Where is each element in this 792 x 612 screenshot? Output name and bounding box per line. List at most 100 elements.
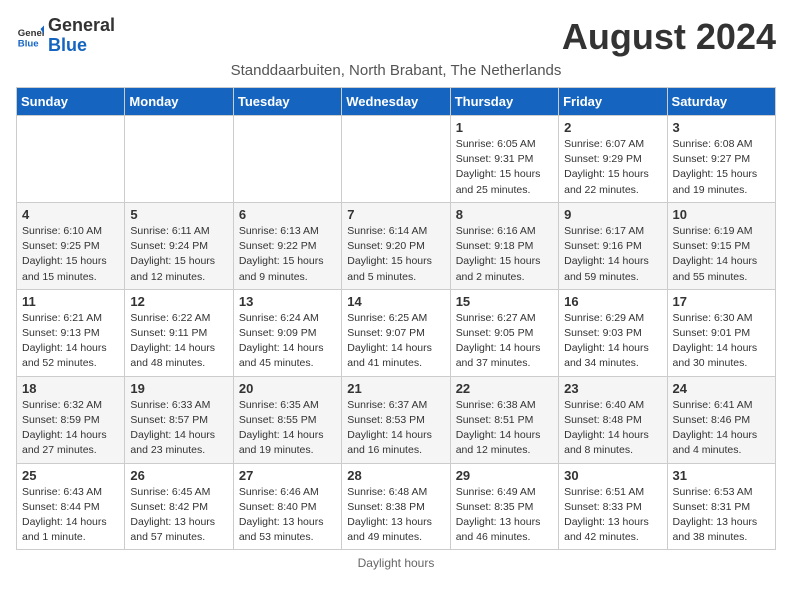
day-number: 24 — [673, 381, 770, 396]
day-info: Sunrise: 6:16 AM Sunset: 9:18 PM Dayligh… — [456, 224, 553, 285]
day-info: Sunrise: 6:29 AM Sunset: 9:03 PM Dayligh… — [564, 311, 661, 372]
header: General Blue General Blue August 2024 — [16, 16, 776, 58]
calendar-cell: 3 Sunrise: 6:08 AM Sunset: 9:27 PM Daylig… — [667, 116, 775, 203]
day-info: Sunrise: 6:05 AM Sunset: 9:31 PM Dayligh… — [456, 137, 553, 198]
calendar-cell: 28 Sunrise: 6:48 AM Sunset: 8:38 PM Dayli… — [342, 463, 450, 550]
calendar-cell: 23 Sunrise: 6:40 AM Sunset: 8:48 PM Dayli… — [559, 376, 667, 463]
day-info: Sunrise: 6:24 AM Sunset: 9:09 PM Dayligh… — [239, 311, 336, 372]
day-info: Sunrise: 6:48 AM Sunset: 8:38 PM Dayligh… — [347, 485, 444, 546]
day-number: 10 — [673, 207, 770, 222]
day-info: Sunrise: 6:21 AM Sunset: 9:13 PM Dayligh… — [22, 311, 119, 372]
calendar-cell: 11 Sunrise: 6:21 AM Sunset: 9:13 PM Dayli… — [17, 289, 125, 376]
calendar-cell: 6 Sunrise: 6:13 AM Sunset: 9:22 PM Daylig… — [233, 202, 341, 289]
day-info: Sunrise: 6:27 AM Sunset: 9:05 PM Dayligh… — [456, 311, 553, 372]
day-info: Sunrise: 6:22 AM Sunset: 9:11 PM Dayligh… — [130, 311, 227, 372]
day-info: Sunrise: 6:25 AM Sunset: 9:07 PM Dayligh… — [347, 311, 444, 372]
logo-blue-text: Blue — [48, 35, 87, 55]
calendar-cell: 31Sunrise: 6:53 AM Sunset: 8:31 PM Dayli… — [667, 463, 775, 550]
footer-note: Daylight hours — [16, 556, 776, 570]
day-info: Sunrise: 6:43 AM Sunset: 8:44 PM Dayligh… — [22, 485, 119, 546]
calendar-header-cell: Thursday — [450, 88, 558, 116]
day-number: 21 — [347, 381, 444, 396]
day-number: 6 — [239, 207, 336, 222]
calendar-cell: 30Sunrise: 6:51 AM Sunset: 8:33 PM Dayli… — [559, 463, 667, 550]
day-info: Sunrise: 6:46 AM Sunset: 8:40 PM Dayligh… — [239, 485, 336, 546]
day-info: Sunrise: 6:33 AM Sunset: 8:57 PM Dayligh… — [130, 398, 227, 459]
day-number: 26 — [130, 468, 227, 483]
calendar-cell: 4 Sunrise: 6:10 AM Sunset: 9:25 PM Daylig… — [17, 202, 125, 289]
calendar-header-cell: Saturday — [667, 88, 775, 116]
day-number: 4 — [22, 207, 119, 222]
day-number: 23 — [564, 381, 661, 396]
day-number: 11 — [22, 294, 119, 309]
day-number: 25 — [22, 468, 119, 483]
day-info: Sunrise: 6:45 AM Sunset: 8:42 PM Dayligh… — [130, 485, 227, 546]
calendar-cell: 15 Sunrise: 6:27 AM Sunset: 9:05 PM Dayli… — [450, 289, 558, 376]
day-info: Sunrise: 6:30 AM Sunset: 9:01 PM Dayligh… — [673, 311, 770, 372]
day-info: Sunrise: 6:13 AM Sunset: 9:22 PM Dayligh… — [239, 224, 336, 285]
calendar-cell: 27 Sunrise: 6:46 AM Sunset: 8:40 PM Dayli… — [233, 463, 341, 550]
day-number: 20 — [239, 381, 336, 396]
logo: General Blue General Blue — [16, 16, 115, 56]
calendar-cell: 1 Sunrise: 6:05 AM Sunset: 9:31 PM Daylig… — [450, 116, 558, 203]
day-number: 12 — [130, 294, 227, 309]
day-number: 8 — [456, 207, 553, 222]
calendar-cell: 17Sunrise: 6:30 AM Sunset: 9:01 PM Dayli… — [667, 289, 775, 376]
calendar-cell: 18 Sunrise: 6:32 AM Sunset: 8:59 PM Dayli… — [17, 376, 125, 463]
calendar-cell — [17, 116, 125, 203]
day-number: 18 — [22, 381, 119, 396]
day-info: Sunrise: 6:32 AM Sunset: 8:59 PM Dayligh… — [22, 398, 119, 459]
calendar-body: 1 Sunrise: 6:05 AM Sunset: 9:31 PM Daylig… — [17, 116, 776, 550]
day-info: Sunrise: 6:38 AM Sunset: 8:51 PM Dayligh… — [456, 398, 553, 459]
calendar-cell: 9 Sunrise: 6:17 AM Sunset: 9:16 PM Daylig… — [559, 202, 667, 289]
calendar-week-row: 1 Sunrise: 6:05 AM Sunset: 9:31 PM Daylig… — [17, 116, 776, 203]
day-number: 14 — [347, 294, 444, 309]
calendar-cell: 20 Sunrise: 6:35 AM Sunset: 8:55 PM Dayli… — [233, 376, 341, 463]
calendar-cell: 8 Sunrise: 6:16 AM Sunset: 9:18 PM Daylig… — [450, 202, 558, 289]
day-number: 15 — [456, 294, 553, 309]
logo-icon: General Blue — [16, 22, 44, 50]
day-info: Sunrise: 6:37 AM Sunset: 8:53 PM Dayligh… — [347, 398, 444, 459]
day-number: 27 — [239, 468, 336, 483]
day-number: 28 — [347, 468, 444, 483]
calendar-cell — [125, 116, 233, 203]
day-number: 3 — [673, 120, 770, 135]
calendar-cell: 7Sunrise: 6:14 AM Sunset: 9:20 PM Daylig… — [342, 202, 450, 289]
day-info: Sunrise: 6:53 AM Sunset: 8:31 PM Dayligh… — [673, 485, 770, 546]
calendar-header-cell: Wednesday — [342, 88, 450, 116]
calendar-header-cell: Sunday — [17, 88, 125, 116]
day-info: Sunrise: 6:07 AM Sunset: 9:29 PM Dayligh… — [564, 137, 661, 198]
calendar-cell: 16 Sunrise: 6:29 AM Sunset: 9:03 PM Dayli… — [559, 289, 667, 376]
calendar-cell: 10Sunrise: 6:19 AM Sunset: 9:15 PM Dayli… — [667, 202, 775, 289]
day-info: Sunrise: 6:10 AM Sunset: 9:25 PM Dayligh… — [22, 224, 119, 285]
day-info: Sunrise: 6:49 AM Sunset: 8:35 PM Dayligh… — [456, 485, 553, 546]
day-number: 7 — [347, 207, 444, 222]
day-info: Sunrise: 6:08 AM Sunset: 9:27 PM Dayligh… — [673, 137, 770, 198]
calendar-header-cell: Friday — [559, 88, 667, 116]
month-title: August 2024 — [562, 16, 776, 58]
calendar-week-row: 11 Sunrise: 6:21 AM Sunset: 9:13 PM Dayli… — [17, 289, 776, 376]
calendar-week-row: 18 Sunrise: 6:32 AM Sunset: 8:59 PM Dayli… — [17, 376, 776, 463]
day-info: Sunrise: 6:11 AM Sunset: 9:24 PM Dayligh… — [130, 224, 227, 285]
day-info: Sunrise: 6:40 AM Sunset: 8:48 PM Dayligh… — [564, 398, 661, 459]
calendar-cell: 13Sunrise: 6:24 AM Sunset: 9:09 PM Dayli… — [233, 289, 341, 376]
calendar-week-row: 25 Sunrise: 6:43 AM Sunset: 8:44 PM Dayli… — [17, 463, 776, 550]
calendar-cell: 25 Sunrise: 6:43 AM Sunset: 8:44 PM Dayli… — [17, 463, 125, 550]
day-number: 16 — [564, 294, 661, 309]
day-number: 2 — [564, 120, 661, 135]
day-number: 9 — [564, 207, 661, 222]
day-number: 29 — [456, 468, 553, 483]
day-info: Sunrise: 6:41 AM Sunset: 8:46 PM Dayligh… — [673, 398, 770, 459]
logo-general-text: General — [48, 15, 115, 35]
day-number: 30 — [564, 468, 661, 483]
calendar-header-cell: Monday — [125, 88, 233, 116]
calendar-cell: 21 Sunrise: 6:37 AM Sunset: 8:53 PM Dayli… — [342, 376, 450, 463]
day-number: 1 — [456, 120, 553, 135]
calendar-header-cell: Tuesday — [233, 88, 341, 116]
day-info: Sunrise: 6:17 AM Sunset: 9:16 PM Dayligh… — [564, 224, 661, 285]
calendar-cell: 22Sunrise: 6:38 AM Sunset: 8:51 PM Dayli… — [450, 376, 558, 463]
subtitle: Standdaarbuiten, North Brabant, The Neth… — [16, 62, 776, 79]
day-info: Sunrise: 6:35 AM Sunset: 8:55 PM Dayligh… — [239, 398, 336, 459]
calendar-cell — [233, 116, 341, 203]
calendar-cell: 26 Sunrise: 6:45 AM Sunset: 8:42 PM Dayli… — [125, 463, 233, 550]
